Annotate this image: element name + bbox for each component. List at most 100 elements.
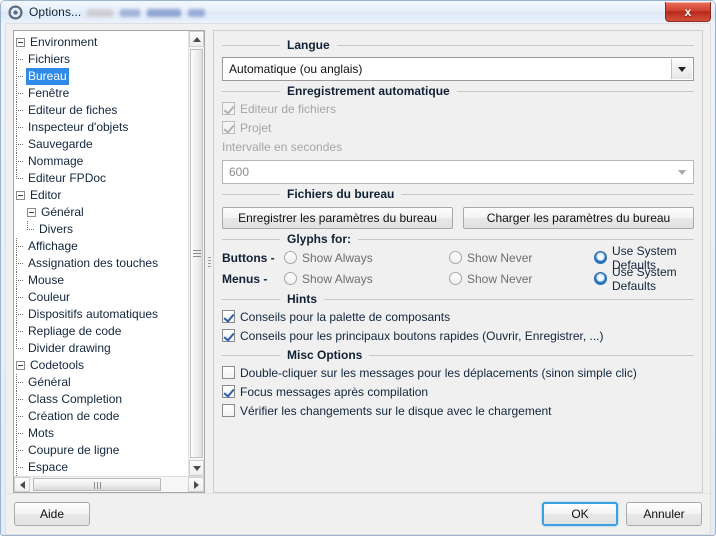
radio-icon[interactable] (594, 251, 607, 264)
hint-label-1: Conseils pour la palette de composants (240, 309, 451, 324)
misc-row-3[interactable]: Vérifier les changements sur le disque a… (222, 401, 694, 420)
save-desktop-settings-button[interactable]: Enregistrer les paramètres du bureau (222, 207, 453, 229)
tree-item-environment[interactable]: Environment (16, 34, 188, 51)
grip-icon (93, 478, 102, 492)
tree-item-fichiers[interactable]: Fichiers (16, 51, 188, 68)
tree-item-dispositifs-automatiques[interactable]: Dispositifs automatiques (16, 306, 188, 323)
radio-icon[interactable] (284, 251, 297, 264)
ok-button[interactable]: OK (542, 502, 618, 526)
help-button[interactable]: Aide (14, 502, 90, 526)
tree-item-repliage-de-code[interactable]: Repliage de code (16, 323, 188, 340)
vscroll-thumb[interactable] (190, 49, 203, 458)
options-tree[interactable]: Environment Fichiers Bureau Fenêtre Editeur … (14, 31, 188, 476)
misc-row-1[interactable]: Double-cliquer sur les messages pour les… (222, 363, 694, 382)
autosave-editor-checkbox[interactable] (222, 102, 235, 115)
tree-item-label: Dispositifs automatiques (28, 307, 159, 321)
misc-checkbox-2[interactable] (222, 385, 235, 398)
tree-item-class-completion[interactable]: Class Completion (16, 391, 188, 408)
misc-checkbox-3[interactable] (222, 404, 235, 417)
cancel-button[interactable]: Annuler (626, 502, 702, 526)
hscroll-thumb[interactable] (33, 478, 161, 491)
tree-item-g-n-ral[interactable]: Général (16, 374, 188, 391)
divider-line (369, 354, 694, 356)
tree-item-label: Affichage (28, 239, 78, 253)
tree-item-g-n-ral[interactable]: Général (16, 204, 188, 221)
group-title: Hints (287, 292, 317, 306)
tree-item-sauvegarde[interactable]: Sauvegarde (16, 136, 188, 153)
hscroll-track[interactable] (30, 477, 188, 492)
dialog-body: Environment Fichiers Bureau Fenêtre Editeur … (6, 24, 710, 493)
options-tree-panel: Environment Fichiers Bureau Fenêtre Editeur … (13, 30, 205, 493)
tree-expander-icon[interactable] (16, 191, 25, 200)
group-header: Langue (222, 37, 694, 53)
tree-item-editeur-fpdoc[interactable]: Editeur FPDoc (16, 170, 188, 187)
tree-item-nommage[interactable]: Nommage (16, 153, 188, 170)
tree-item-inspecteur-d-objets[interactable]: Inspecteur d'objets (16, 119, 188, 136)
tree-branch-icon (16, 136, 26, 153)
tree-item-assignation-des-touches[interactable]: Assignation des touches (16, 255, 188, 272)
tree-item-espace[interactable]: Espace (16, 459, 188, 476)
hint-row-1[interactable]: Conseils pour la palette de composants (222, 307, 694, 326)
glyphs-buttons-show-always[interactable]: Show Always (284, 251, 449, 265)
misc-label-2: Focus messages après compilation (240, 384, 429, 399)
radio-label: Use System Defaults (612, 264, 677, 293)
hint-row-2[interactable]: Conseils pour les principaux boutons rap… (222, 326, 694, 345)
tree-item-editor[interactable]: Editor (16, 187, 188, 204)
glyphs-menus-show-never[interactable]: Show Never (449, 272, 594, 286)
tree-item-label: Général (28, 375, 71, 389)
tree-item-couleur[interactable]: Couleur (16, 289, 188, 306)
tree-item-cr-ation-de-code[interactable]: Création de code (16, 408, 188, 425)
tree-item-bureau[interactable]: Bureau (16, 68, 188, 85)
vscroll-track[interactable] (189, 47, 204, 460)
tree-branch-icon (16, 102, 26, 119)
scroll-right-icon[interactable] (188, 477, 204, 492)
close-icon[interactable]: x (665, 2, 711, 22)
tree-expander-icon[interactable] (27, 208, 36, 217)
tree-horizontal-scrollbar[interactable] (14, 476, 204, 492)
app-gear-icon (8, 4, 23, 20)
tree-expander-icon[interactable] (16, 361, 25, 370)
tree-item-affichage[interactable]: Affichage (16, 238, 188, 255)
tree-item-label: Editeur FPDoc (28, 171, 107, 185)
settings-panel: Langue Automatique (ou anglais) Enregist… (213, 30, 703, 493)
radio-icon[interactable] (594, 272, 607, 285)
radio-icon[interactable] (284, 272, 297, 285)
glyphs-menus-show-always[interactable]: Show Always (284, 272, 449, 286)
misc-checkbox-1[interactable] (222, 366, 235, 379)
group-title: Fichiers du bureau (287, 187, 395, 201)
autosave-project-row[interactable]: Projet (222, 118, 694, 137)
hint-checkbox-1[interactable] (222, 310, 235, 323)
radio-icon[interactable] (449, 251, 462, 264)
scroll-left-icon[interactable] (14, 477, 30, 492)
radio-icon[interactable] (449, 272, 462, 285)
scroll-up-icon[interactable] (189, 31, 204, 47)
grip-icon (192, 248, 201, 259)
autosave-editor-row[interactable]: Editeur de fichiers (222, 99, 694, 118)
chevron-down-icon[interactable] (672, 162, 692, 182)
tree-vertical-scrollbar[interactable] (188, 31, 204, 476)
tree-item-coupure-de-ligne[interactable]: Coupure de ligne (16, 442, 188, 459)
tree-expander-icon[interactable] (16, 38, 25, 47)
redacted-title-text (87, 5, 212, 19)
hint-checkbox-2[interactable] (222, 329, 235, 342)
scroll-down-icon[interactable] (189, 460, 204, 476)
load-desktop-settings-button[interactable]: Charger les paramètres du bureau (463, 207, 694, 229)
autosave-project-checkbox[interactable] (222, 121, 235, 134)
tree-item-mouse[interactable]: Mouse (16, 272, 188, 289)
tree-item-divider-drawing[interactable]: Divider drawing (16, 340, 188, 357)
panel-splitter[interactable] (205, 30, 213, 493)
tree-item-mots[interactable]: Mots (16, 425, 188, 442)
glyphs-menus-row: Menus - Show Always Show Never Use Syste… (222, 265, 694, 293)
misc-row-2[interactable]: Focus messages après compilation (222, 382, 694, 401)
tree-item-editeur-de-fiches[interactable]: Editeur de fiches (16, 102, 188, 119)
glyphs-buttons-show-never[interactable]: Show Never (449, 251, 594, 265)
language-select[interactable]: Automatique (ou anglais) (222, 57, 694, 81)
tree-branch-icon (16, 68, 26, 85)
autosave-interval-select[interactable]: 600 (222, 160, 694, 184)
tree-item-divers[interactable]: Divers (16, 221, 188, 238)
group-title: Langue (287, 38, 330, 52)
tree-item-fen-tre[interactable]: Fenêtre (16, 85, 188, 102)
glyphs-menus-use-system[interactable]: Use System Defaults (594, 265, 694, 293)
chevron-down-icon[interactable] (671, 59, 692, 79)
tree-item-codetools[interactable]: Codetools (16, 357, 188, 374)
